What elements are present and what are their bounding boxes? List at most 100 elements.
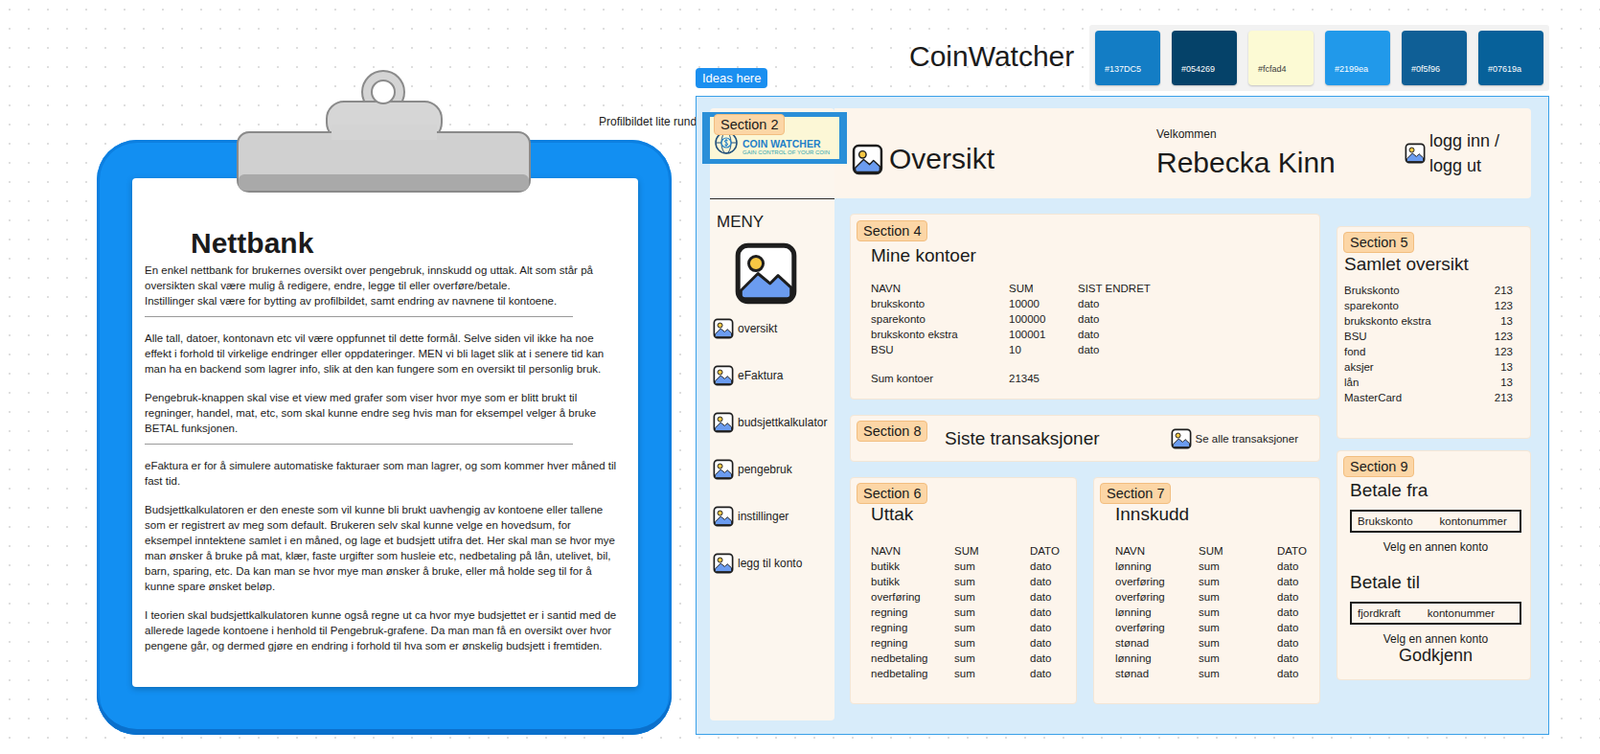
sidebar: Section 2 COIN WATCHERGAIN CONTROL OF YOU… [709,108,835,721]
row-sum: sum [1198,573,1278,590]
row-name: butikk [870,573,955,590]
menu-item[interactable]: eFaktura [712,365,835,387]
section-badge: Section 6 [856,482,928,504]
section-badge: Section 5 [1343,231,1415,253]
image-icon [712,505,734,527]
menu-item[interactable]: oversikt [712,318,835,340]
paper-paragraph: Pengebruk-knappen skal vise et view med … [144,389,621,436]
row-date: dato [1029,604,1067,620]
summary-row: sparekonto123 [1344,297,1513,314]
row-date: dato [1277,635,1310,651]
color-swatch: #0f5f96 [1401,30,1467,86]
row-sum: sum [954,635,1030,651]
whiteboard-canvas: NettbankEn enkel nettbank for brukernes … [0,0,1600,754]
row-date: dato [1277,573,1310,590]
see-all-link[interactable]: Se alle transaksjoner [1170,428,1299,450]
row-date: dato [1029,665,1067,682]
row-name: regning [870,619,955,636]
summary-row: lån13 [1344,374,1513,390]
paper-paragraph: Alle tall, datoer, kontonavn etc vil vær… [144,330,621,377]
withdrawals-table: NAVNSUMDATObutikksumdatobutikksumdatoove… [870,543,1067,682]
color-palette: #137DC5#054269#fcfad4#2199ea#0f5f96#0761… [1089,24,1550,92]
image-icon [1404,142,1426,164]
to-account-field[interactable]: fjordkraftkontonummer [1349,601,1522,625]
section-badge: Section 2 [713,114,785,136]
payment-panel: Section 9Betale fra Brukskontokontonummer… [1336,450,1532,681]
row-sum: sum [954,558,1030,574]
row-name: stønad [1115,665,1199,682]
row-sum: sum [954,573,1030,590]
row-sum: 10 [1008,342,1078,358]
row-date: dato [1077,342,1301,358]
image-icon [712,318,734,340]
row-name: sparekonto [870,311,1009,327]
paper-title: Nettbank [190,226,621,261]
panel-title: Betale fra [1349,479,1522,503]
image-icon [1170,428,1192,450]
panel-title: Mine kontoer [870,244,1301,268]
sidebar-divider [709,198,835,200]
panel-title: Siste transaksjoner [944,427,1100,451]
row-sum: sum [1198,665,1278,682]
row-sum: sum [954,650,1030,666]
section-badge: Section 8 [856,420,928,442]
image-icon [712,365,734,387]
login-button[interactable]: logg inn / logg ut [1404,128,1522,179]
row-date: dato [1277,558,1310,574]
row-sum: 100000 [1008,311,1078,327]
color-swatch: #fcfad4 [1248,30,1314,86]
row-date: dato [1077,326,1301,343]
row-date: dato [1277,589,1310,605]
logo-name: COIN WATCHER [742,138,830,150]
accounts-total: Sum kontoer21345 [870,370,1301,387]
from-account-field[interactable]: Brukskontokontonummer [1349,509,1522,533]
paper-paragraph: eFaktura er for å simulere automatiske f… [144,457,621,489]
paper-paragraph: En enkel nettbank for brukernes oversikt… [144,262,621,294]
row-sum: sum [954,619,1030,636]
header: OversiktVelkommenRebecka Kinnlogg inn / … [834,108,1532,199]
row-name: overføring [870,589,955,605]
menu-item[interactable]: budsjettkalkulator [712,411,835,434]
choose-account-link[interactable]: Velg en annen konto [1349,632,1522,646]
row-name: butikk [870,558,955,574]
row-name: overføring [1115,573,1199,590]
row-sum: sum [1198,619,1278,636]
paper-paragraph: I teorien skal budsjettkalkulatoren kunn… [144,607,621,654]
recent-transactions: Section 8 Siste transaksjoner Se alle tran… [849,414,1321,462]
image-icon [851,143,884,176]
logo-tagline: GAIN CONTROL OF YOUR COIN [742,149,830,156]
menu-item[interactable]: pengebruk [712,458,835,480]
column-header: DATO [1029,543,1067,559]
row-name: overføring [1115,619,1199,636]
row-name: brukskonto ekstra [870,326,1009,343]
confirm-button[interactable]: Godkjenn [1349,645,1522,666]
paper-paragraph: Budsjettkalkulatoren er den eneste som v… [144,502,621,595]
deposits-panel: Section 7InnskuddNAVNSUMDATOlønningsumda… [1093,477,1321,705]
menu-item[interactable]: instillinger [712,505,835,527]
row-sum: sum [1198,604,1278,620]
profile-picture[interactable] [733,241,835,306]
column-header: SUM [1198,543,1278,559]
row-sum: sum [1198,558,1278,574]
sticky-note: Profilbildet lite rundt [598,114,700,129]
menu-item[interactable]: legg til konto [712,552,835,574]
column-header: SUM [1008,280,1078,297]
section-badge: Section 9 [1343,456,1415,478]
row-date: dato [1029,589,1067,605]
row-name: BSU [870,342,1009,358]
row-name: nedbetaling [870,650,955,666]
image-icon [712,552,734,574]
row-name: lønning [1115,558,1199,574]
clipboard-board: NettbankEn enkel nettbank for brukernes … [96,139,672,735]
logo[interactable]: Section 2 COIN WATCHERGAIN CONTROL OF YOU… [702,112,847,164]
paper-divider [144,443,573,445]
summary-row: brukskonto ekstra13 [1344,313,1513,329]
color-swatch: #07619a [1478,30,1544,86]
row-date: dato [1277,604,1310,620]
column-header: NAVN [870,280,1009,297]
clipboard: NettbankEn enkel nettbank for brukernes … [96,139,672,735]
row-name: lønning [1115,604,1199,620]
row-name: regning [870,604,955,620]
section-badge: Section 7 [1099,482,1171,504]
choose-account-link[interactable]: Velg en annen konto [1349,540,1522,554]
